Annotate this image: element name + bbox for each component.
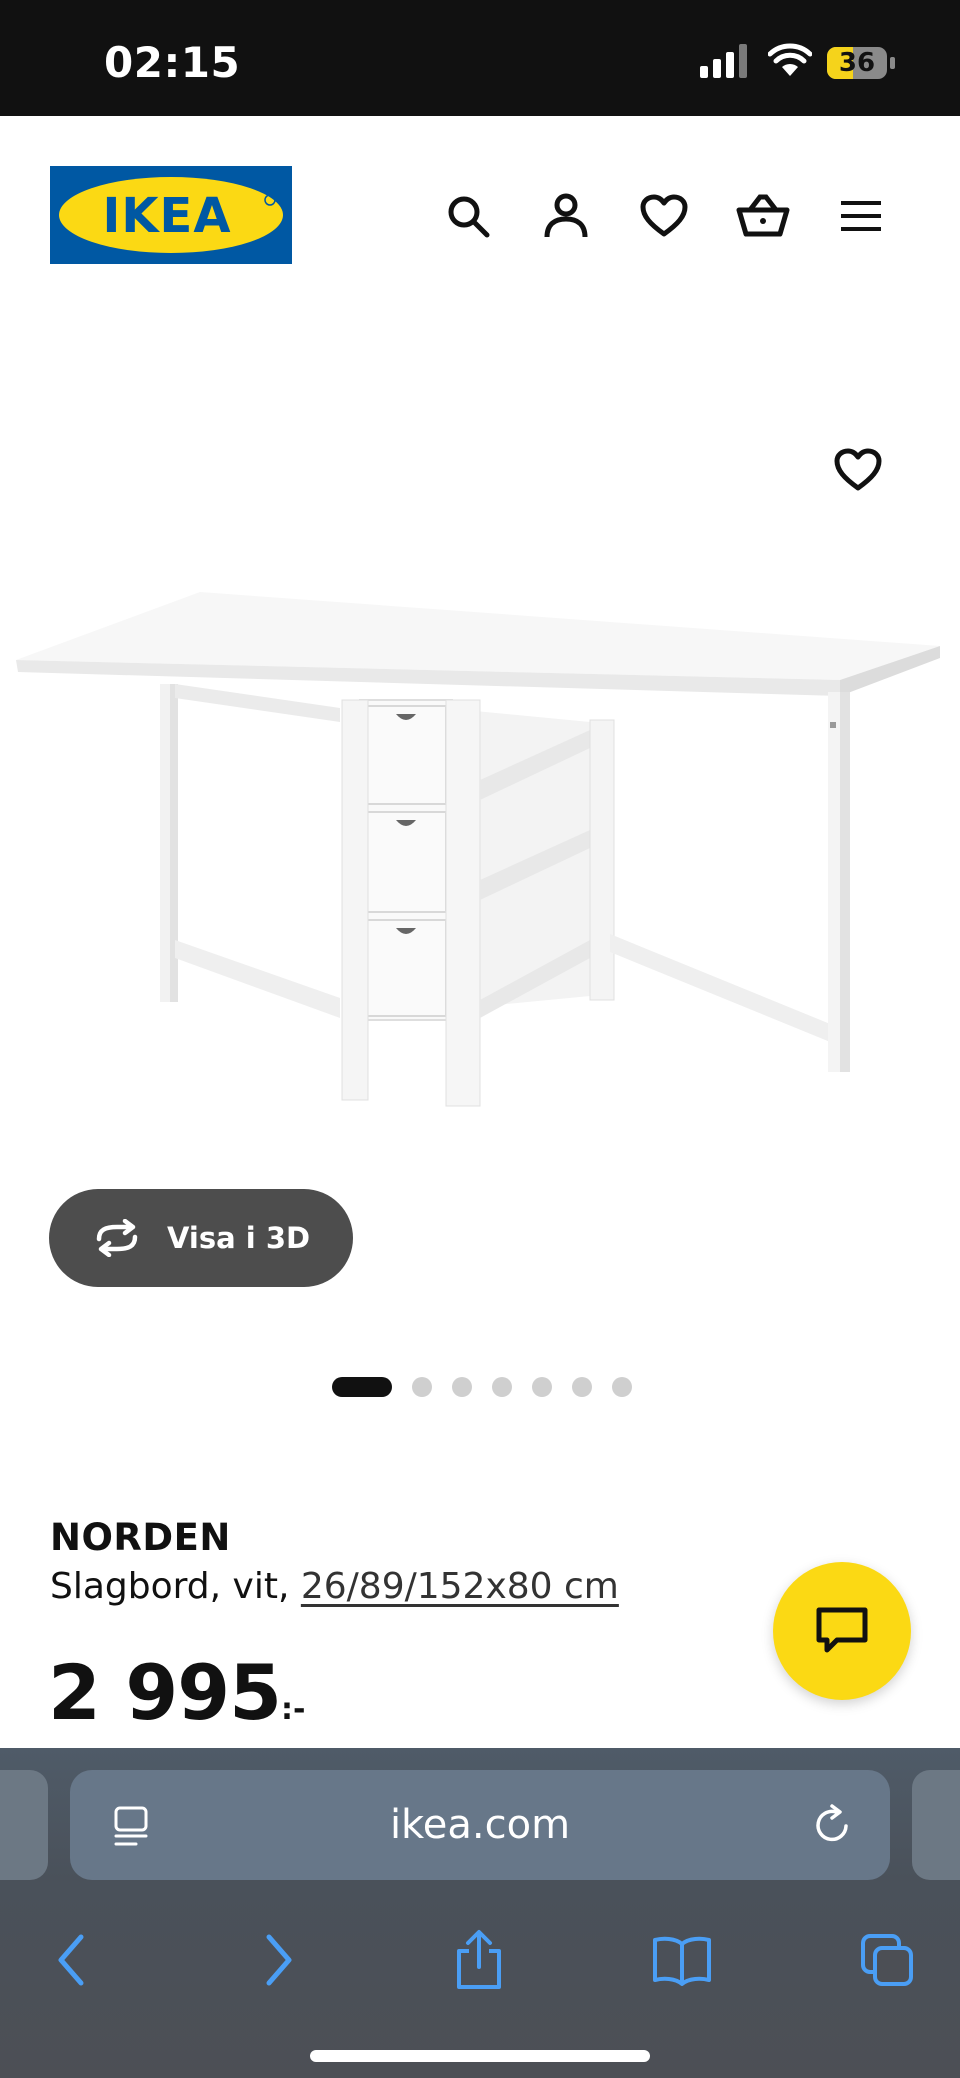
share-button[interactable]: [444, 1928, 514, 1992]
product-name: NORDEN: [50, 1516, 231, 1559]
product-measurements-link[interactable]: 26/89/152x80 cm: [301, 1566, 619, 1607]
wishlist-button[interactable]: [636, 188, 692, 244]
carousel-indicator: [332, 1377, 632, 1397]
address-bar[interactable]: ikea.com: [70, 1770, 890, 1880]
ikea-logo[interactable]: IKEA: [50, 166, 292, 264]
share-icon: [457, 1930, 501, 1989]
battery-level: 36: [838, 48, 876, 78]
bookmarks-icon: [653, 1936, 711, 1986]
back-icon: [58, 1934, 84, 1986]
next-tab-preview[interactable]: [912, 1770, 960, 1880]
back-button[interactable]: [36, 1928, 106, 1992]
forward-button[interactable]: [244, 1928, 314, 1992]
carousel-dot[interactable]: [332, 1377, 392, 1397]
status-time: 02:15: [104, 38, 241, 87]
carousel-dot[interactable]: [612, 1377, 632, 1397]
chat-icon: [816, 1607, 868, 1653]
heart-icon: [834, 448, 882, 491]
carousel-dot[interactable]: [572, 1377, 592, 1397]
page: 02:15 36 IKEA Visa i 3D NORDEN Slagbord,…: [0, 0, 960, 2078]
carousel-dot[interactable]: [412, 1377, 432, 1397]
basket-button[interactable]: [735, 188, 791, 244]
browser-chrome: ikea.com: [0, 1748, 960, 2078]
forward-icon: [266, 1934, 292, 1986]
bookmarks-button[interactable]: [647, 1928, 717, 1992]
reload-icon[interactable]: [810, 1802, 856, 1848]
status-bar: 02:15 36: [0, 0, 960, 116]
chat-button[interactable]: [773, 1562, 911, 1700]
svg-text:IKEA: IKEA: [103, 188, 232, 244]
product-type: Slagbord, vit,: [50, 1566, 301, 1607]
product-description: Slagbord, vit, 26/89/152x80 cm: [50, 1566, 619, 1607]
view-3d-button[interactable]: Visa i 3D: [49, 1189, 353, 1287]
browser-toolbar: [0, 1906, 960, 2016]
product-price: 2 995:-: [48, 1648, 305, 1737]
price-suffix: :-: [280, 1692, 306, 1727]
previous-tab-preview[interactable]: [0, 1770, 48, 1880]
basket-icon: [736, 194, 790, 237]
url-text: ikea.com: [389, 1802, 571, 1848]
tabs-button[interactable]: [852, 1928, 922, 1992]
battery-icon: 36: [826, 46, 896, 80]
search-button[interactable]: [440, 188, 496, 244]
home-indicator: [310, 2050, 650, 2062]
site-header: IKEA: [0, 116, 960, 316]
price-amount: 2 995: [48, 1648, 282, 1737]
signal-icon: [700, 44, 747, 78]
rotate-3d-icon: [96, 1219, 138, 1257]
carousel-dot[interactable]: [452, 1377, 472, 1397]
carousel-dot[interactable]: [532, 1377, 552, 1397]
heart-icon: [640, 194, 688, 237]
product-image[interactable]: [10, 580, 950, 1140]
account-icon: [544, 193, 588, 238]
search-icon: [448, 196, 490, 238]
tabs-icon: [861, 1934, 913, 1986]
wifi-icon: [768, 43, 812, 76]
menu-icon: [841, 201, 881, 231]
view-3d-label: Visa i 3D: [167, 1221, 311, 1255]
save-product-button[interactable]: [834, 448, 890, 504]
carousel-dot[interactable]: [492, 1377, 512, 1397]
menu-button[interactable]: [833, 188, 889, 244]
account-button[interactable]: [538, 188, 594, 244]
